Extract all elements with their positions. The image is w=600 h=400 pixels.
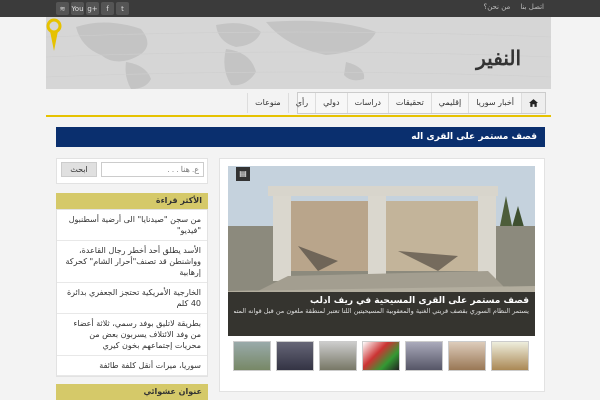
list-item[interactable]: الأسد يطلق أحد أخطر رجال القاعدة، وواشنط… <box>57 241 207 283</box>
thumbnail[interactable] <box>362 341 400 371</box>
nav-item-international[interactable]: دولي <box>315 93 347 113</box>
search-button[interactable]: ابحث <box>61 162 97 177</box>
search-input[interactable] <box>101 162 204 177</box>
most-read-title: الأكثر قراءة <box>56 193 208 209</box>
thumbnail[interactable] <box>276 341 314 371</box>
nav-item-regional[interactable]: إقليمي <box>430 93 468 113</box>
home-icon <box>529 99 538 107</box>
main-nav: أخبار سوريا إقليمي تحقيقات دراسات دولي ر… <box>247 92 546 114</box>
googleplus-icon[interactable]: g+ <box>86 2 99 15</box>
list-item[interactable]: الخارجية الأمريكية تحتجز الجعفري بدائرة … <box>57 283 207 314</box>
nav-divider <box>46 115 551 117</box>
about-link[interactable]: من نحن؟ <box>483 3 510 11</box>
thumbnail[interactable] <box>491 341 529 371</box>
list-item[interactable]: من سجن "صيدنايا" الى أرضية أسطنبول "فيدي… <box>57 210 207 241</box>
featured-title[interactable]: قصف مستمر على القرى المسيحية في ريف ادلب <box>234 295 529 307</box>
youtube-icon[interactable]: You <box>71 2 84 15</box>
logo-pin-icon <box>46 18 62 51</box>
thumbnail-strip <box>233 341 530 371</box>
nav-item-opinion[interactable]: رأي <box>287 93 315 113</box>
twitter-icon[interactable]: t <box>116 2 129 15</box>
site-header: النفير <box>46 17 551 89</box>
nav-home[interactable] <box>521 93 545 113</box>
top-links: اتصل بنا من نحن؟ <box>483 3 544 11</box>
site-logo[interactable]: النفير <box>476 46 521 70</box>
top-bar: ≋ You g+ f t اتصل بنا من نحن؟ <box>0 0 600 17</box>
contact-link[interactable]: اتصل بنا <box>520 3 544 11</box>
list-item[interactable]: بطريقة لاتليق بوفد رسمي، ثلاثة أعضاء من … <box>57 314 207 356</box>
thumbnail[interactable] <box>405 341 443 371</box>
thumbnail[interactable] <box>233 341 271 371</box>
most-read-list: من سجن "صيدنايا" الى أرضية أسطنبول "فيدي… <box>56 209 208 377</box>
facebook-icon[interactable]: f <box>101 2 114 15</box>
gallery-icon: ▤ <box>236 167 250 181</box>
list-item[interactable]: سوريا، ميرات أنقل كلفة طائفة <box>57 356 207 376</box>
nav-item-investigations[interactable]: تحقيقات <box>387 93 431 113</box>
random-title: عنوان عشوائي <box>56 384 208 400</box>
breaking-news-ticker[interactable]: قصف مستمر على القرى اله <box>56 127 545 147</box>
social-links: ≋ You g+ f t <box>56 2 129 15</box>
nav-item-syria[interactable]: أخبار سوريا <box>468 93 521 113</box>
featured-description: يستمر النظام السوري بقصف قريتي الغنية وا… <box>234 307 529 315</box>
rss-icon[interactable]: ≋ <box>56 2 69 15</box>
thumbnail[interactable] <box>448 341 486 371</box>
thumbnail[interactable] <box>319 341 357 371</box>
featured-caption[interactable]: قصف مستمر على القرى المسيحية في ريف ادلب… <box>228 292 535 336</box>
nav-item-studies[interactable]: دراسات <box>346 93 388 113</box>
nav-item-misc[interactable]: منوعات <box>247 93 288 113</box>
